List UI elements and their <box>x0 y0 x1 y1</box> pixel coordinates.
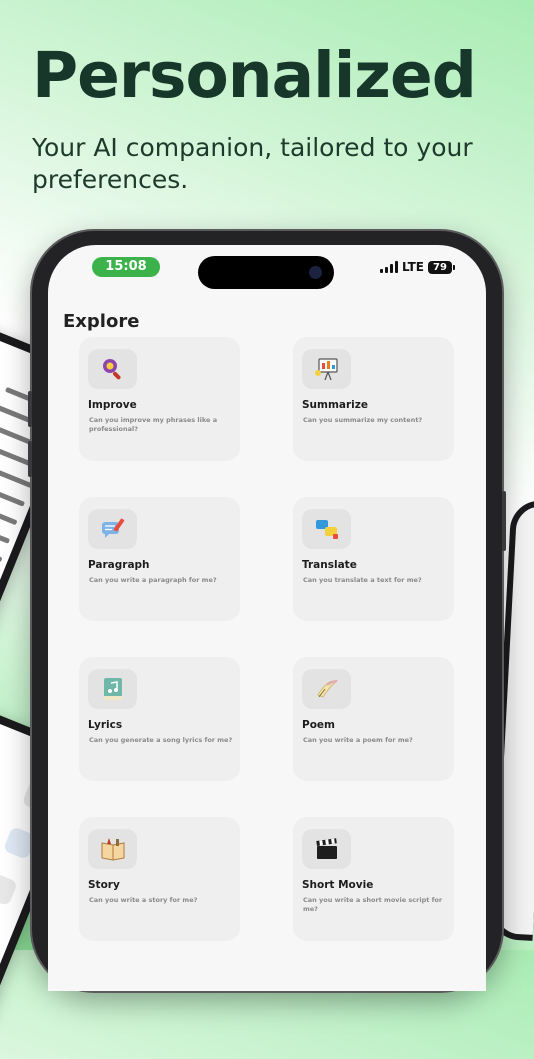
quill-scroll-icon <box>302 669 351 709</box>
status-time: 15:08 <box>92 257 160 277</box>
network-label: LTE <box>401 260 424 274</box>
dynamic-island <box>198 256 334 289</box>
card-improve[interactable]: Improve Can you improve my phrases like … <box>79 337 240 461</box>
card-description: Can you write a paragraph for me? <box>89 576 217 584</box>
card-title: Short Movie <box>302 879 374 891</box>
card-description: Can you write a story for me? <box>89 896 198 904</box>
card-paragraph[interactable]: Paragraph Can you write a paragraph for … <box>79 497 240 621</box>
card-description: Can you write a short movie script for m… <box>303 896 443 913</box>
storybook-icon <box>88 829 137 869</box>
card-title: Poem <box>302 719 335 731</box>
music-book-icon <box>88 669 137 709</box>
phone-screen: 15:08 LTE 79 Explore Improve Can you imp… <box>48 245 486 991</box>
hero-subtitle: Your AI companion, tailored to your pref… <box>32 133 473 194</box>
card-description: Can you generate a song lyrics for me? <box>89 736 233 744</box>
card-poem[interactable]: Poem Can you write a poem for me? <box>293 657 454 781</box>
volume-up-button <box>28 391 32 427</box>
card-description: Can you improve my phrases like a profes… <box>89 416 218 433</box>
volume-down-button <box>28 441 32 477</box>
magnifier-gear-icon <box>88 349 137 389</box>
power-button <box>502 491 506 551</box>
card-title: Lyrics <box>88 719 123 731</box>
card-summarize[interactable]: Summarize Can you summarize my content? <box>293 337 454 461</box>
card-lyrics[interactable]: Lyrics Can you generate a song lyrics fo… <box>79 657 240 781</box>
chat-pencil-icon <box>88 509 137 549</box>
explore-title: Explore <box>63 311 140 332</box>
clapperboard-icon <box>302 829 351 869</box>
card-title: Summarize <box>302 399 369 411</box>
card-title: Paragraph <box>88 559 150 571</box>
status-indicators: LTE 79 <box>379 258 455 276</box>
battery-icon: 79 <box>428 260 455 274</box>
translate-bubbles-icon <box>302 509 351 549</box>
phone-frame: 15:08 LTE 79 Explore Improve Can you imp… <box>28 231 506 991</box>
hero-title: Personalized <box>32 39 477 112</box>
card-title: Translate <box>302 559 357 571</box>
card-description: Can you summarize my content? <box>303 416 423 424</box>
card-short-movie[interactable]: Short Movie Can you write a short movie … <box>293 817 454 941</box>
card-description: Can you translate a text for me? <box>303 576 422 584</box>
card-story[interactable]: Story Can you write a story for me? <box>79 817 240 941</box>
card-title: Improve <box>88 399 137 411</box>
card-title: Story <box>88 879 120 891</box>
card-description: Can you write a poem for me? <box>303 736 413 744</box>
card-translate[interactable]: Translate Can you translate a text for m… <box>293 497 454 621</box>
signal-icon <box>379 261 398 273</box>
presentation-board-icon <box>302 349 351 389</box>
